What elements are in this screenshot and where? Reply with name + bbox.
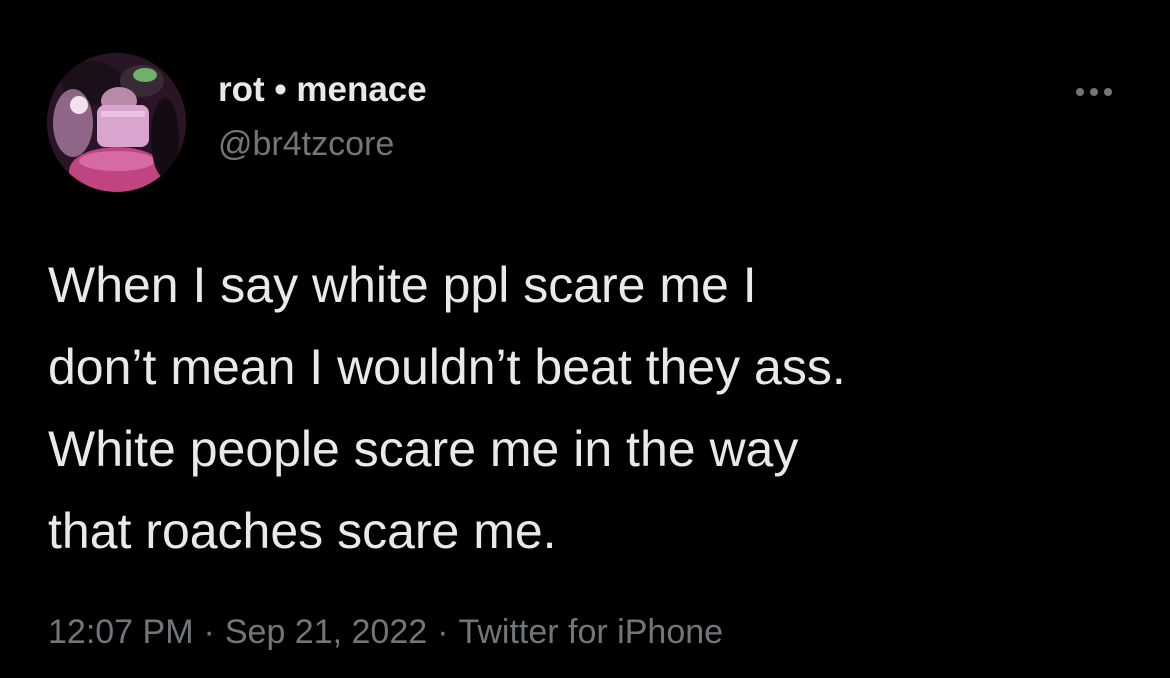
- tweet-text-line: White people scare me in the way: [48, 421, 799, 477]
- tweet-text-line: that roaches scare me.: [48, 503, 557, 559]
- tweet-metadata: 12:07 PM · Sep 21, 2022 · Twitter for iPhone: [48, 610, 723, 654]
- separator-dot: ·: [437, 613, 449, 651]
- avatar[interactable]: [47, 53, 186, 192]
- more-options-icon[interactable]: [1072, 80, 1122, 104]
- tweet-text-line: don’t mean I wouldn’t beat they ass.: [48, 339, 846, 395]
- user-handle[interactable]: @br4tzcore: [218, 122, 427, 166]
- tweet-time[interactable]: 12:07 PM: [48, 613, 194, 651]
- tweet-date[interactable]: Sep 21, 2022: [225, 613, 427, 651]
- tweet-text-line: When I say white ppl scare me I: [48, 257, 757, 313]
- tweet-source[interactable]: Twitter for iPhone: [458, 613, 723, 651]
- author-block: rot • menace @br4tzcore: [218, 68, 427, 166]
- tweet-text: When I say white ppl scare me I don’t me…: [48, 244, 1138, 572]
- avatar-image: [47, 53, 186, 192]
- display-name[interactable]: rot • menace: [218, 68, 427, 112]
- tweet-card: rot • menace @br4tzcore When I say white…: [0, 0, 1170, 678]
- separator-dot: ·: [203, 613, 215, 651]
